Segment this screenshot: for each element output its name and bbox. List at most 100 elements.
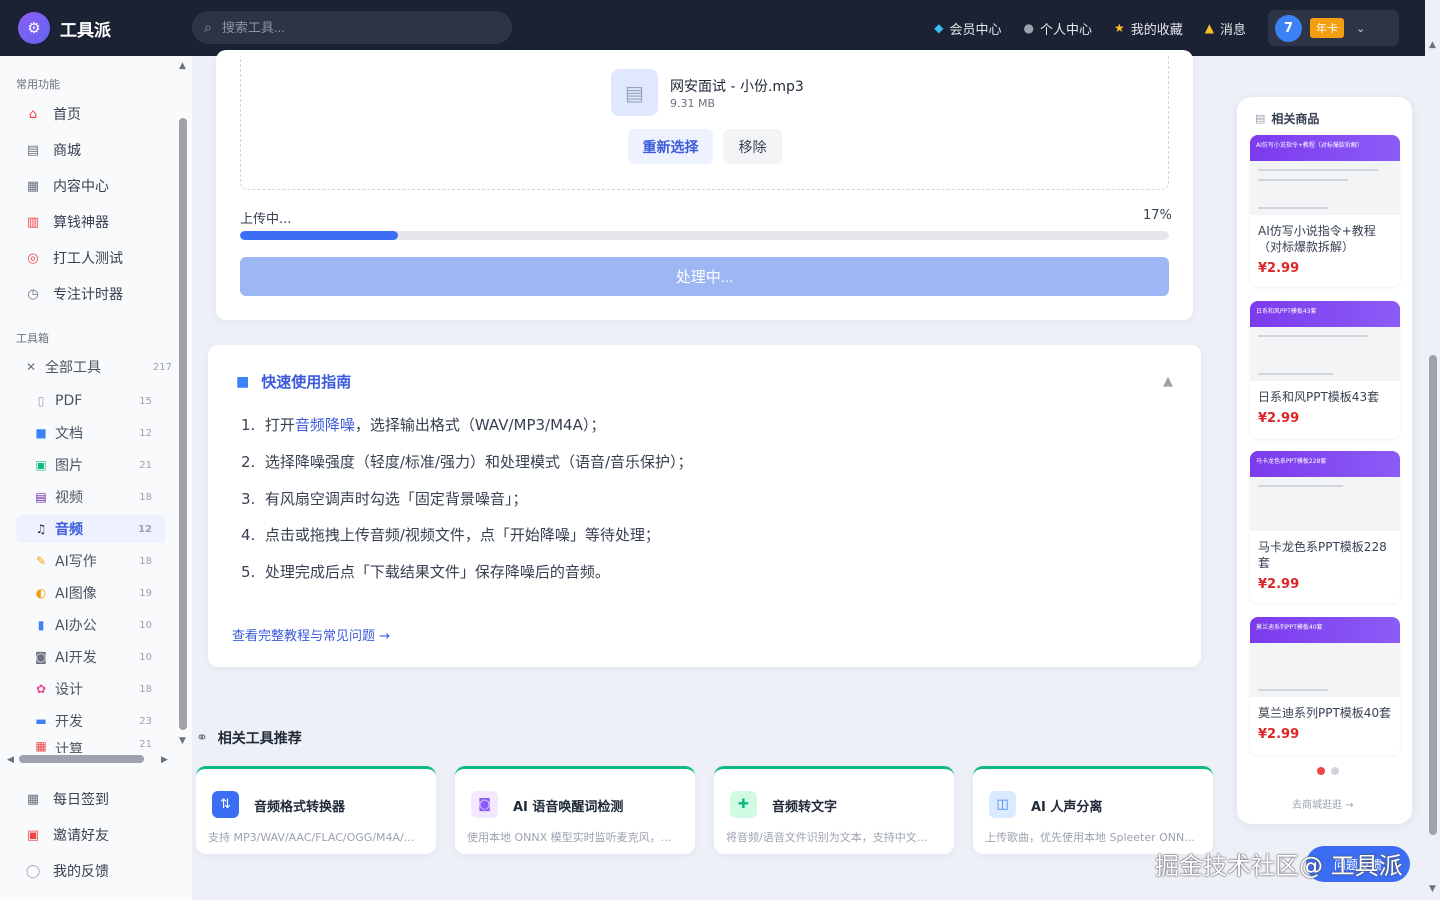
app-name: 工具派 <box>60 20 111 41</box>
image-icon: ▣ <box>35 458 47 472</box>
person-icon: ● <box>1023 21 1034 35</box>
sidebar-item-content[interactable]: ▦ 内容中心 <box>24 176 109 196</box>
upload-status: 上传中... <box>240 212 292 227</box>
file-name: 网安面试 - 小份.mp3 <box>670 79 804 95</box>
guide-step-1: 1. 打开音频降噪，选择输出格式（WAV/MP3/M4A）； <box>241 416 606 434</box>
product-card[interactable]: AI仿写小说指令+教程（对标爆款拆解） AI仿写小说指令+教程（对标爆款拆解） … <box>1250 135 1400 287</box>
processing-button[interactable]: 处理中... <box>240 257 1169 296</box>
sidebar-cat-pdf[interactable]: ▯ PDF 15 <box>16 387 166 415</box>
product-card[interactable]: 莫兰迪系列PPT模板40套 莫兰迪系列PPT模板40套 ¥2.99 <box>1250 617 1400 755</box>
product-thumbnail: 马卡龙色系PPT模板228套 <box>1250 451 1400 531</box>
scroll-left-arrow-icon[interactable]: ◀ <box>7 755 14 765</box>
sidebar-item-checkin[interactable]: ▦ 每日签到 <box>24 789 109 809</box>
sidebar-cat-ai-writing[interactable]: ✎ AI写作 18 <box>16 547 166 575</box>
chevron-down-icon: ⌄ <box>1356 21 1366 35</box>
tool-card-format-converter[interactable]: ⇅ 音频格式转换器 支持 MP3/WAV/AAC/FLAC/OGG/M4A/..… <box>196 766 436 854</box>
sidebar-cat-ai-office[interactable]: ▮ AI办公 10 <box>16 611 166 639</box>
carousel-dot[interactable] <box>1331 767 1339 775</box>
book-icon: ■ <box>236 373 250 390</box>
news-icon: ▦ <box>26 178 40 194</box>
related-tools-title: 相关工具推荐 <box>217 731 302 747</box>
sidebar-cat-calc[interactable]: ▦ 计算 21 <box>16 739 166 753</box>
membership-badge: 年卡 <box>1310 18 1344 38</box>
bell-icon: ▲ <box>1204 21 1214 35</box>
remove-button[interactable]: 移除 <box>723 129 782 164</box>
search-box[interactable]: ⌕ <box>192 11 512 44</box>
search-input[interactable] <box>221 20 482 35</box>
page-scroll-down-icon[interactable]: ▼ <box>1429 884 1436 894</box>
logo-icon: ⚙ <box>18 12 50 44</box>
sidebar-cat-dev[interactable]: ▬ 开发 23 <box>16 707 166 735</box>
target-icon: ◎ <box>27 250 39 266</box>
full-tutorial-link[interactable]: 查看完整教程与常见问题 → <box>232 625 390 644</box>
sidebar-cat-ai-image[interactable]: ◐ AI图像 19 <box>16 579 166 607</box>
product-price: ¥2.99 <box>1258 577 1300 592</box>
product-price: ¥2.99 <box>1258 261 1300 276</box>
nav-personal-center[interactable]: ● 个人中心 <box>1023 19 1092 38</box>
sidebar-item-feedback[interactable]: ◯ 我的反馈 <box>24 861 109 881</box>
product-price: ¥2.99 <box>1258 727 1300 742</box>
product-thumbnail: 莫兰迪系列PPT模板40套 <box>1250 617 1400 697</box>
page-scroll-up-icon[interactable]: ▲ <box>1429 40 1436 50</box>
user-menu[interactable]: 7 年卡 ⌄ <box>1268 10 1399 46</box>
sidebar-item-mall[interactable]: ▤ 商城 <box>24 140 81 160</box>
nav-favorites[interactable]: ★ 我的收藏 <box>1114 19 1183 38</box>
product-thumbnail: 日系和风PPT模板43套 <box>1250 301 1400 381</box>
top-bar: ⚙ 工具派 ⌕ ◆会员中心 ●个人中心 ★我的收藏 ▲消息 7 年卡 ⌄ <box>0 0 1425 56</box>
avatar: 7 <box>1275 14 1302 42</box>
upload-percent: 17% <box>1143 208 1172 223</box>
link-icon: ⚭ <box>196 730 208 746</box>
transcribe-icon: ✚ <box>730 791 757 818</box>
guide-header[interactable]: ■ 快速使用指南 <box>236 371 351 392</box>
sidebar-cat-audio[interactable]: ♫ 音频 12 <box>16 515 166 543</box>
product-card[interactable]: 日系和风PPT模板43套 日系和风PPT模板43套 ¥2.99 <box>1250 301 1400 439</box>
upload-progress-fill <box>240 231 398 240</box>
sidebar-item-home[interactable]: ⌂ 首页 <box>24 104 81 124</box>
music-note-icon: ♫ <box>35 522 47 536</box>
scroll-up-arrow-icon[interactable]: ▲ <box>179 61 186 71</box>
collapse-up-icon[interactable]: ▲ <box>1163 374 1173 389</box>
sidebar-cat-video[interactable]: ▤ 视频 18 <box>16 483 166 511</box>
scroll-down-arrow-icon[interactable]: ▼ <box>179 736 186 746</box>
sidebar-cat-docs[interactable]: ■ 文档 12 <box>16 419 166 447</box>
guide-title: 快速使用指南 <box>261 373 352 391</box>
go-to-mall-link[interactable]: 去商城逛逛 → <box>1292 796 1354 811</box>
sidebar-cat-images[interactable]: ▣ 图片 21 <box>16 451 166 479</box>
product-card[interactable]: 马卡龙色系PPT模板228套 马卡龙色系PPT模板228套 ¥2.99 <box>1250 451 1400 603</box>
scroll-right-arrow-icon[interactable]: ▶ <box>161 755 168 765</box>
tools-icon: ✕ <box>25 360 37 374</box>
mask-icon: ◐ <box>35 586 47 600</box>
home-icon: ⌂ <box>28 106 38 122</box>
guide-step-2: 2. 选择降噪强度（轻度/标准/强力）和处理模式（语音/音乐保护）； <box>241 453 693 471</box>
monitor-icon: ▬ <box>35 714 47 728</box>
sidebar-scrollbar[interactable] <box>179 118 187 730</box>
sidebar-item-all-tools[interactable]: ✕ 全部工具 217 <box>16 353 172 381</box>
tool-link-denoise[interactable]: 音频降噪 <box>295 416 355 434</box>
nav-messages[interactable]: ▲ 消息 <box>1205 19 1246 38</box>
pdf-icon: ▯ <box>37 394 45 408</box>
tool-card-vocal-separation[interactable]: ◫ AI 人声分离 上传歌曲，优先使用本地 Spleeter ONN... <box>973 766 1213 854</box>
tool-card-speech-to-text[interactable]: ✚ 音频转文字 将音频/语音文件识别为文本，支持中文... <box>714 766 954 854</box>
separate-icon: ◫ <box>989 791 1016 818</box>
nav-vip-center[interactable]: ◆ 会员中心 <box>934 19 1001 38</box>
bar-chart-icon: ▮ <box>37 618 45 632</box>
page-scrollbar[interactable] <box>1429 355 1437 835</box>
carousel-dot-active[interactable] <box>1317 767 1325 775</box>
sidebar-cat-design[interactable]: ✿ 设计 18 <box>16 675 166 703</box>
convert-icon: ⇅ <box>212 791 239 818</box>
sidebar-item-worker-test[interactable]: ◎ 打工人测试 <box>24 248 123 268</box>
product-name: 马卡龙色系PPT模板228套 <box>1258 540 1387 570</box>
logo[interactable]: ⚙ 工具派 <box>18 12 111 44</box>
sidebar-item-invite[interactable]: ▣ 邀请好友 <box>24 825 109 845</box>
sidebar-horizontal-scrollbar[interactable] <box>19 755 144 763</box>
sidebar-item-money-calc[interactable]: ▥ 算钱神器 <box>24 212 109 232</box>
abacus-icon: ▥ <box>26 214 40 230</box>
robot-icon: ◙ <box>35 650 47 664</box>
sidebar-cat-ai-dev[interactable]: ◙ AI开发 10 <box>16 643 166 671</box>
top-nav: ◆ 会员中心 ● 个人中心 ★ 我的收藏 ▲ 消息 7 年卡 ⌄ <box>934 0 1399 56</box>
reselect-button[interactable]: 重新选择 <box>628 129 713 164</box>
file-icon: ▤ <box>611 69 658 116</box>
tool-card-wake-word[interactable]: ◙ AI 语音唤醒词检测 使用本地 ONNX 模型实时监听麦克风，... <box>455 766 695 854</box>
robot-icon: ◙ <box>471 791 498 818</box>
sidebar-item-focus-timer[interactable]: ◷ 专注计时器 <box>24 284 123 304</box>
